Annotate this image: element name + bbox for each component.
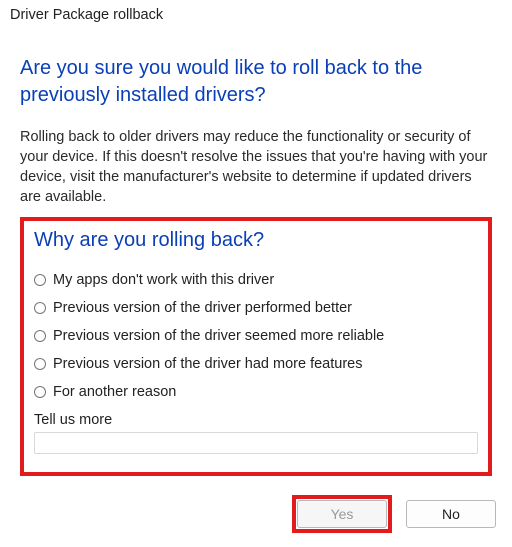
reason-heading: Why are you rolling back? (34, 229, 478, 252)
reason-radio[interactable] (34, 386, 46, 398)
reason-option-performed-better[interactable]: Previous version of the driver performed… (34, 300, 478, 316)
reason-radio[interactable] (34, 274, 46, 286)
no-button[interactable]: No (406, 500, 496, 528)
reason-label: For another reason (53, 384, 176, 400)
reason-label: My apps don't work with this driver (53, 272, 274, 288)
tell-us-more-label: Tell us more (34, 412, 478, 428)
reason-radio[interactable] (34, 330, 46, 342)
tell-us-more-input[interactable] (34, 432, 478, 454)
yes-button-highlight: Yes (292, 495, 392, 533)
dialog-window: Driver Package rollback Are you sure you… (0, 0, 512, 547)
reason-label: Previous version of the driver had more … (53, 356, 362, 372)
yes-button[interactable]: Yes (297, 500, 387, 528)
reason-section: Why are you rolling back? My apps don't … (20, 217, 492, 476)
reason-option-other[interactable]: For another reason (34, 384, 478, 400)
main-heading: Are you sure you would like to roll back… (20, 55, 492, 109)
dialog-button-row: Yes No (292, 495, 496, 533)
reason-radio[interactable] (34, 358, 46, 370)
dialog-content: Are you sure you would like to roll back… (0, 25, 512, 476)
reason-option-more-features[interactable]: Previous version of the driver had more … (34, 356, 478, 372)
reason-radio[interactable] (34, 302, 46, 314)
window-title: Driver Package rollback (0, 0, 512, 25)
description-text: Rolling back to older drivers may reduce… (20, 127, 492, 207)
reason-option-apps[interactable]: My apps don't work with this driver (34, 272, 478, 288)
reason-option-more-reliable[interactable]: Previous version of the driver seemed mo… (34, 328, 478, 344)
reason-label: Previous version of the driver seemed mo… (53, 328, 384, 344)
reason-label: Previous version of the driver performed… (53, 300, 352, 316)
